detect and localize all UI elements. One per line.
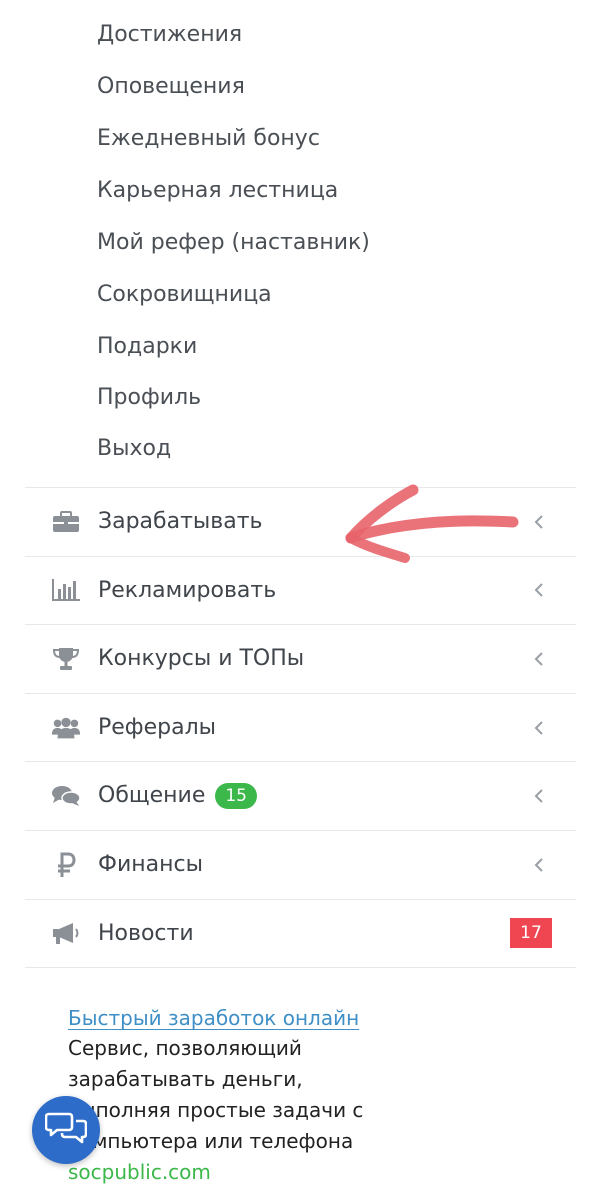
news-count-badge: 17: [510, 918, 552, 949]
promo-url-link[interactable]: socpublic.com: [68, 1157, 388, 1188]
submenu-item-notifications[interactable]: Оповещения: [97, 72, 245, 102]
menu-item-label: Зарабатывать: [98, 509, 263, 535]
comments-icon: [51, 783, 81, 809]
briefcase-icon: [51, 509, 81, 535]
promo-block: Быстрый заработок онлайн Сервис, позволя…: [68, 1003, 388, 1188]
submenu-item-profile[interactable]: Профиль: [97, 383, 201, 413]
submenu-item-my-referrer[interactable]: Мой рефер (наставник): [97, 228, 370, 258]
chevron-left-icon: [534, 652, 543, 666]
submenu-item-daily-bonus[interactable]: Ежедневный бонус: [97, 124, 320, 154]
megaphone-icon: [51, 920, 81, 946]
chevron-left-icon: [534, 858, 543, 872]
menu-item-label: Новости: [98, 920, 194, 946]
menu-item-label: Финансы: [98, 852, 203, 878]
menu-item-label-text: Общение: [98, 783, 206, 809]
menu-item-communication[interactable]: Общение 15: [25, 762, 576, 831]
menu-item-label: Общение 15: [98, 783, 257, 810]
menu-item-referrals[interactable]: Рефералы: [25, 694, 576, 763]
submenu-item-gifts[interactable]: Подарки: [97, 332, 197, 362]
unread-count-badge: 15: [215, 783, 257, 810]
ruble-icon: [51, 852, 81, 878]
promo-link[interactable]: Быстрый заработок онлайн: [68, 1003, 388, 1033]
submenu-item-logout[interactable]: Выход: [97, 434, 171, 464]
menu-item-earn[interactable]: Зарабатывать: [25, 488, 576, 557]
menu-item-contests[interactable]: Конкурсы и ТОПы: [25, 625, 576, 694]
menu-item-label: Конкурсы и ТОПы: [98, 646, 305, 672]
submenu-item-career-ladder[interactable]: Карьерная лестница: [97, 176, 338, 206]
bar-chart-icon: [51, 577, 81, 603]
chat-button[interactable]: [32, 1096, 100, 1164]
users-icon: [51, 715, 81, 741]
submenu-item-treasury[interactable]: Сокровищница: [97, 280, 272, 310]
promo-description: Сервис, позволяющий зарабатывать деньги,…: [68, 1036, 364, 1153]
submenu-item-achievements[interactable]: Достижения: [97, 20, 242, 50]
menu-item-label: Рефералы: [98, 715, 217, 741]
chevron-left-icon: [534, 515, 543, 529]
menu-item-advertise[interactable]: Рекламировать: [25, 557, 576, 626]
trophy-icon: [51, 646, 81, 672]
main-menu: Зарабатывать Рекламировать Конкурсы и ТО…: [25, 487, 576, 969]
chevron-left-icon: [534, 789, 543, 803]
chevron-left-icon: [534, 720, 543, 735]
chevron-left-icon: [534, 583, 543, 598]
chat-bubbles-icon: [44, 1110, 88, 1150]
menu-item-label: Рекламировать: [98, 577, 277, 603]
menu-item-finances[interactable]: Финансы: [25, 831, 576, 900]
menu-item-news[interactable]: Новости 17: [25, 900, 576, 969]
